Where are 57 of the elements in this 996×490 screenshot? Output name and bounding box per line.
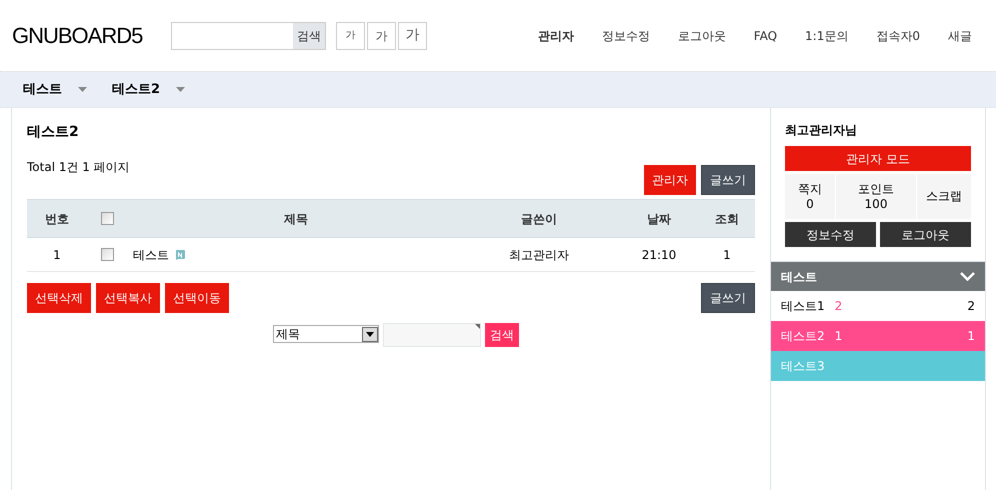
total-count: Total 1건 1 페이지 [27, 159, 130, 176]
table-cell-text: 1 [52, 246, 62, 264]
profile-button[interactable]: 로그아웃 [880, 222, 971, 247]
dropdown-icon [362, 326, 378, 342]
font-size-button[interactable]: 가 [398, 22, 427, 50]
search-input[interactable] [383, 323, 481, 347]
top-link[interactable]: 새글 [948, 26, 972, 44]
new-count: 1 [834, 328, 842, 345]
stat-item[interactable]: 포인트 100 [836, 174, 916, 219]
admin-mode-button[interactable]: 관리자 모드 [785, 146, 971, 171]
nav-menu-item[interactable]: 테스트2 [112, 80, 160, 100]
table-cell-text: 21:10 [640, 246, 678, 264]
table-cell-text: 최고관리자 [508, 246, 570, 264]
menu-label: 테스트2 [781, 328, 825, 345]
action-button[interactable]: 선택복사 [96, 283, 160, 313]
checkbox[interactable] [100, 212, 114, 225]
column-header: 제목 [283, 210, 309, 228]
top-link[interactable]: 정보수정 [602, 26, 650, 44]
user-name: 최고관리자님 [785, 122, 858, 139]
column-header: 번호 [44, 210, 70, 228]
post-title-link[interactable]: 테스트 [133, 246, 169, 264]
column-header: 조회 [714, 210, 740, 228]
corner-icon [475, 324, 480, 329]
stat-item[interactable]: 쪽지 0 [785, 174, 835, 219]
profile-button[interactable]: 정보수정 [785, 222, 876, 247]
top-link[interactable]: 1:1문의 [805, 26, 848, 44]
board-title: 테스트2 [27, 123, 80, 142]
search-button[interactable]: 검색 [293, 22, 325, 48]
write-button[interactable]: 글쓰기 [701, 283, 755, 313]
stat-item[interactable]: 스크랩 [917, 174, 971, 219]
menu-label: 테스트1 [781, 298, 825, 315]
write-button[interactable]: 글쓰기 [701, 165, 755, 195]
font-size-button[interactable]: 가 [336, 22, 365, 50]
font-size-button[interactable]: 가 [367, 22, 396, 50]
menu-group-header[interactable]: 테스트 [771, 262, 985, 291]
top-link[interactable]: 관리자 [538, 26, 574, 44]
search-button[interactable]: 검색 [485, 323, 519, 347]
top-link[interactable]: 로그아웃 [678, 26, 726, 44]
top-link[interactable]: 접속자0 [876, 26, 920, 44]
nav-menu-item[interactable]: 테스트 [23, 80, 62, 100]
menu-label: 테스트3 [781, 358, 825, 375]
top-link[interactable]: FAQ [754, 26, 778, 44]
column-header: 날짜 [646, 210, 672, 228]
table-cell-text: 1 [722, 246, 732, 264]
search-field[interactable]: 검색 [171, 22, 326, 50]
search-select[interactable]: 제목 [273, 325, 379, 343]
column-header: 글쓴이 [520, 210, 558, 228]
post-count: 1 [967, 328, 975, 345]
logo[interactable]: GNUBOARD5 [12, 19, 171, 52]
checkbox[interactable] [100, 248, 114, 261]
post-count: 2 [967, 298, 975, 315]
action-button[interactable]: 선택이동 [165, 283, 229, 313]
caret-icon [176, 87, 186, 92]
new-count: 2 [834, 298, 842, 315]
admin-button[interactable]: 관리자 [644, 165, 696, 195]
action-button[interactable]: 선택삭제 [27, 283, 91, 313]
caret-icon [78, 87, 87, 92]
